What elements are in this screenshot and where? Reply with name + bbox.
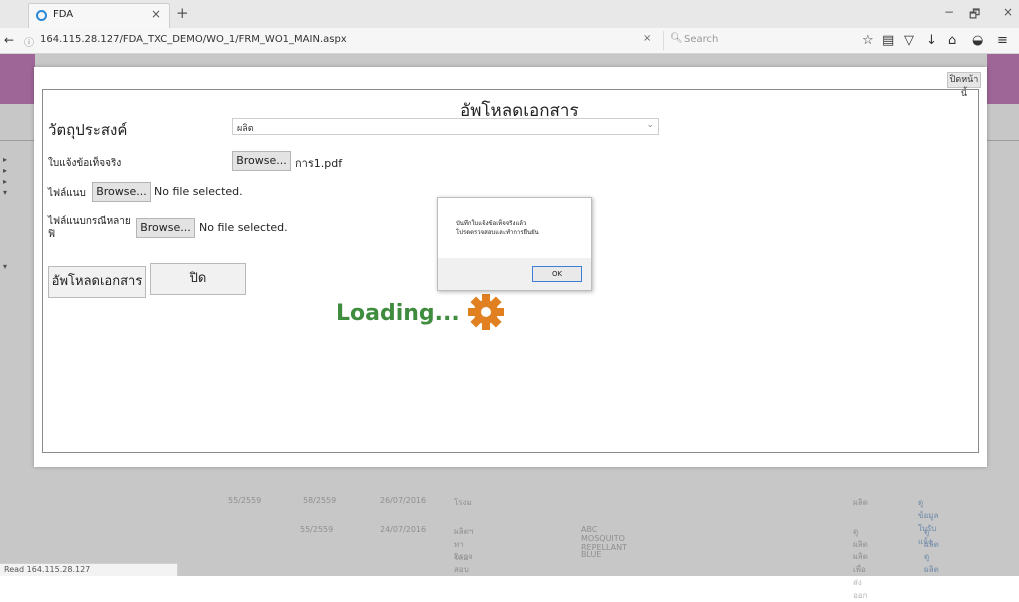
restore-button[interactable]: 🗗: [969, 5, 980, 26]
fact-sheet-label: ใบแจ้งข้อเท็จจริง: [48, 158, 122, 169]
fact-sheet-file-name: การ1.pdf: [295, 157, 343, 170]
minimize-button[interactable]: −: [944, 5, 954, 19]
close-window-button[interactable]: ×: [1003, 5, 1013, 19]
close-button[interactable]: ปิด: [150, 263, 246, 295]
attachment-file-name: No file selected.: [154, 185, 243, 198]
alert-footer: OK: [438, 258, 591, 290]
site-info-icon[interactable]: ⓘ: [24, 34, 34, 49]
tab-close-icon[interactable]: ×: [151, 7, 161, 21]
clear-url-icon[interactable]: ×: [643, 33, 651, 44]
url-bar[interactable]: 164.115.28.127/FDA_TXC_DEMO/WO_1/FRM_WO1…: [40, 34, 347, 45]
bookmark-star-icon[interactable]: ☆: [862, 33, 874, 48]
menu-icon[interactable]: ≡: [997, 33, 1008, 48]
sync-icon[interactable]: ◒: [972, 33, 983, 48]
search-placeholder: Search: [684, 34, 719, 45]
loading-text: Loading...: [336, 301, 460, 326]
status-text: Read 164.115.28.127: [4, 565, 91, 574]
back-arrow-icon[interactable]: ←: [4, 33, 14, 47]
tab-title: FDA: [53, 9, 74, 20]
purpose-label: วัตถุประสงค์: [48, 121, 128, 139]
download-icon[interactable]: ↓: [926, 33, 937, 48]
purpose-select[interactable]: ผลิต ⌄: [232, 118, 659, 135]
new-tab-button[interactable]: +: [176, 4, 189, 22]
purpose-selected-value: ผลิต: [237, 124, 254, 134]
alert-message-line2: โปรดตรวจสอบและทำการยืนยัน: [456, 229, 539, 236]
search-box[interactable]: 🔍︎ Search: [663, 31, 849, 50]
page-content: ▸ ▸ ▸ ▾ ▾ 55/2559 58/2559 26/07/2016 โรงม ผ…: [0, 54, 1019, 600]
fda-favicon-icon: [36, 10, 47, 21]
alert-dialog: บันทึกใบแจ้งข้อเท็จจริงแล้ว โปรดตรวจสอบแ…: [437, 197, 592, 291]
upload-documents-button[interactable]: อัพโหลดเอกสาร: [48, 266, 146, 298]
chevron-down-icon: ⌄: [646, 120, 654, 130]
alert-body: บันทึกใบแจ้งข้อเท็จจริงแล้ว โปรดตรวจสอบแ…: [438, 198, 591, 258]
status-bar: Read 164.115.28.127: [0, 563, 178, 576]
navigation-bar: ← ⓘ 164.115.28.127/FDA_TXC_DEMO/WO_1/FRM…: [0, 28, 1019, 54]
fact-sheet-browse-button[interactable]: Browse...: [232, 151, 291, 171]
ok-button[interactable]: OK: [532, 266, 582, 282]
pocket-icon[interactable]: ▽: [904, 33, 914, 48]
multi-attachment-label: ไฟล์แนบกรณีหลาย ฟิ: [48, 216, 131, 240]
home-icon[interactable]: ⌂: [948, 33, 956, 48]
multi-attachment-file-name: No file selected.: [199, 221, 288, 234]
browser-tab[interactable]: FDA ×: [28, 3, 170, 28]
attachment-browse-button[interactable]: Browse...: [92, 182, 151, 202]
tab-bar: FDA × + − 🗗 ×: [0, 0, 1019, 28]
reading-list-icon[interactable]: ▤: [882, 33, 894, 48]
gear-icon: [468, 294, 504, 330]
search-icon: 🔍︎: [670, 33, 683, 44]
multi-attachment-browse-button[interactable]: Browse...: [136, 218, 195, 238]
attachment-label: ไฟล์แนบ: [48, 188, 86, 199]
close-page-button[interactable]: ปิดหน้านี้: [947, 72, 981, 99]
